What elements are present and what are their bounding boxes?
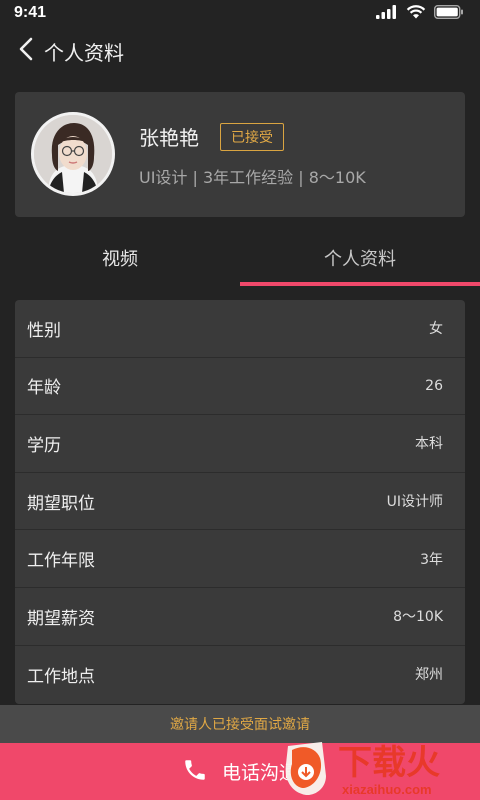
info-label: 工作年限 xyxy=(27,551,95,572)
info-row-work-location: 工作地点 郑州 xyxy=(15,646,465,704)
avatar[interactable] xyxy=(31,112,115,196)
profile-subtitle: UI设计 | 3年工作经验 | 8～10K xyxy=(139,168,366,187)
phone-icon xyxy=(182,757,208,787)
status-icons xyxy=(376,4,464,23)
status-badge: 已接受 xyxy=(220,123,284,151)
status-time: 9:41 xyxy=(14,4,47,21)
info-label: 学历 xyxy=(27,435,61,456)
tab-indicator xyxy=(240,282,480,286)
info-value: UI设计师 xyxy=(386,494,443,511)
info-row-desired-salary: 期望薪资 8～10K xyxy=(15,588,465,646)
profile-name: 张艳艳 xyxy=(139,126,199,150)
signal-icon xyxy=(376,4,398,23)
info-value: 郑州 xyxy=(415,667,443,684)
info-row-gender: 性别 女 xyxy=(15,300,465,358)
tab-video[interactable]: 视频 xyxy=(0,228,240,288)
info-label: 期望职位 xyxy=(27,493,95,514)
watermark-logo: 下载火 xiazaihuo.com xyxy=(282,736,480,800)
battery-icon xyxy=(433,4,464,23)
profile-card: 张艳艳 已接受 UI设计 | 3年工作经验 | 8～10K xyxy=(15,92,465,217)
watermark-brand: 下载火 xyxy=(338,744,440,782)
info-row-age: 年龄 26 xyxy=(15,358,465,416)
info-row-education: 学历 本科 xyxy=(15,415,465,473)
info-value: 8～10K xyxy=(393,609,443,626)
watermark-domain: xiazaihuo.com xyxy=(342,782,432,797)
chevron-left-icon xyxy=(19,37,33,65)
info-value: 本科 xyxy=(415,436,443,453)
info-value: 26 xyxy=(425,377,443,394)
tab-bar: 视频 个人资料 xyxy=(0,228,480,288)
wifi-icon xyxy=(406,4,426,23)
tab-profile[interactable]: 个人资料 xyxy=(240,228,480,288)
info-label: 年龄 xyxy=(27,378,61,399)
nav-bar: 个人资料 xyxy=(0,26,480,76)
back-button[interactable] xyxy=(12,31,40,71)
info-value: 女 xyxy=(429,321,443,338)
info-list: 性别 女 年龄 26 学历 本科 期望职位 UI设计师 工作年限 3年 期望薪资… xyxy=(15,300,465,704)
info-row-desired-position: 期望职位 UI设计师 xyxy=(15,473,465,531)
info-label: 工作地点 xyxy=(27,666,95,687)
info-label: 性别 xyxy=(27,320,61,341)
info-row-work-years: 工作年限 3年 xyxy=(15,530,465,588)
info-value: 3年 xyxy=(420,551,443,568)
info-label: 期望薪资 xyxy=(27,608,95,629)
page-title: 个人资料 xyxy=(44,40,124,65)
status-bar: 9:41 xyxy=(0,0,480,26)
